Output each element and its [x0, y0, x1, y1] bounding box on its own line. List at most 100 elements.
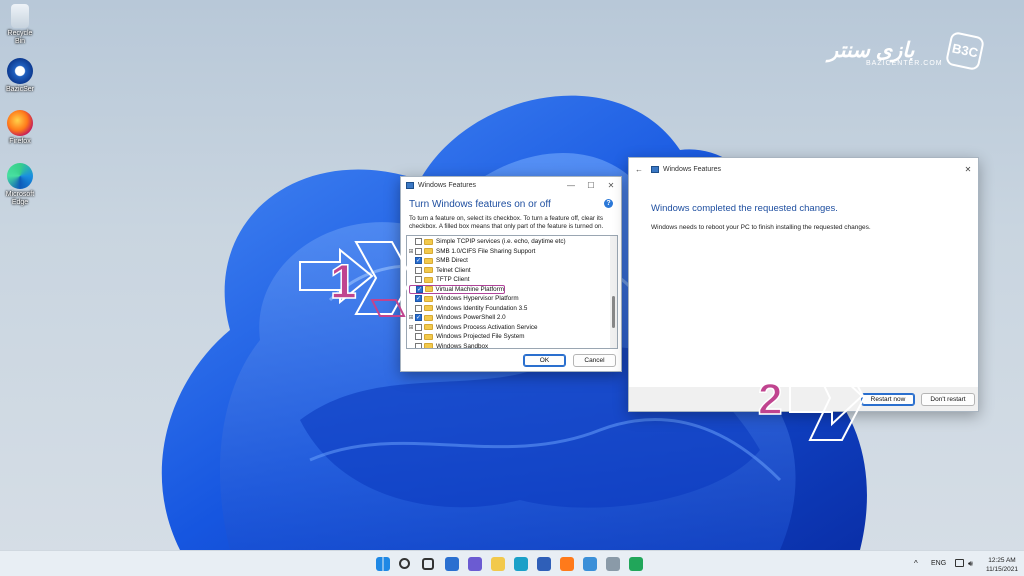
- search-icon[interactable]: [399, 558, 410, 569]
- completion-heading: Windows completed the requested changes.: [651, 203, 838, 214]
- feature-checkbox[interactable]: ✓: [415, 314, 422, 322]
- feature-row[interactable]: TFTP Client: [407, 275, 617, 285]
- control-panel-icon[interactable]: [583, 557, 597, 571]
- feature-row[interactable]: ⊞ Windows Process Activation Service: [407, 323, 617, 333]
- feature-row[interactable]: Simple TCPIP services (i.e. echo, daytim…: [407, 237, 617, 247]
- store-icon[interactable]: [537, 557, 551, 571]
- feature-row[interactable]: Telnet Client: [407, 266, 617, 276]
- firefox-icon[interactable]: [560, 557, 574, 571]
- feature-row[interactable]: Windows Projected File System: [407, 332, 617, 342]
- minimize-button[interactable]: —: [561, 181, 581, 190]
- desktop-icon-firefox[interactable]: Firefox: [2, 110, 38, 146]
- feature-checkbox[interactable]: [415, 247, 422, 255]
- logo-text-en: BAZICENTER.COM: [866, 60, 943, 67]
- chat-icon[interactable]: [468, 557, 482, 571]
- window-app-icon: [651, 165, 659, 173]
- folder-icon: [424, 333, 433, 340]
- feature-label: Simple TCPIP services (i.e. echo, daytim…: [436, 238, 566, 246]
- feature-checkbox[interactable]: [415, 323, 422, 331]
- feature-checkbox[interactable]: [415, 304, 422, 312]
- dont-restart-button[interactable]: Don't restart: [921, 393, 975, 406]
- greenapp-icon[interactable]: [629, 557, 643, 571]
- feature-row[interactable]: ✓ Windows Hypervisor Platform: [407, 294, 617, 304]
- expand-icon[interactable]: ⊞: [407, 248, 415, 255]
- feature-label: SMB Direct: [436, 257, 468, 265]
- file-explorer-icon[interactable]: [491, 557, 505, 571]
- feature-checkbox[interactable]: [415, 276, 422, 284]
- system-clock[interactable]: 12:25 AM 11/15/2021: [986, 556, 1018, 574]
- feature-label: Virtual Machine Platform: [435, 285, 504, 293]
- desktop-icon-edge[interactable]: Microsoft Edge: [2, 163, 38, 207]
- title-bar: Windows Features — ☐ ✕: [401, 177, 621, 193]
- logo-badge: B3C: [944, 30, 986, 72]
- feature-checkbox[interactable]: [415, 342, 422, 348]
- feature-row[interactable]: ✓ SMB Direct: [407, 256, 617, 266]
- features-icon[interactable]: [606, 557, 620, 571]
- bazicenter-logo: بازی سنتر BAZICENTER.COM B3C: [828, 30, 986, 74]
- desktop-icon-label: Recycle Bin: [7, 30, 33, 45]
- desktop-icon-bazicser[interactable]: BazicSer: [2, 58, 38, 94]
- widgets-icon[interactable]: [445, 557, 459, 571]
- volume-icon[interactable]: 🔊︎: [968, 559, 973, 569]
- edge-icon[interactable]: [514, 557, 528, 571]
- feature-row[interactable]: ⊞ SMB 1.0/CIFS File Sharing Support: [407, 247, 617, 257]
- dialog-description: To turn a feature on, select its checkbo…: [409, 215, 604, 230]
- desktop-icon-label: Firefox: [9, 138, 31, 145]
- maximize-button[interactable]: ☐: [581, 181, 601, 190]
- folder-icon: [424, 267, 433, 274]
- expand-icon[interactable]: ⊞: [407, 314, 415, 321]
- recycle-bin-icon: [11, 4, 29, 28]
- ok-button[interactable]: OK: [523, 354, 566, 367]
- feature-checkbox[interactable]: ✓: [415, 295, 422, 303]
- folder-icon: [424, 248, 433, 255]
- feature-checkbox[interactable]: ✓: [415, 257, 422, 265]
- expand-icon[interactable]: ⊞: [407, 324, 415, 331]
- dialog-heading: Turn Windows features on or off: [409, 199, 551, 210]
- close-button[interactable]: ✕: [601, 181, 621, 190]
- network-icon[interactable]: [955, 559, 964, 567]
- clock-time: 12:25 AM: [988, 557, 1016, 564]
- folder-icon: [424, 257, 433, 264]
- tray-overflow-chevron[interactable]: ^: [914, 559, 918, 568]
- scrollbar-thumb[interactable]: [612, 296, 615, 328]
- feature-label: SMB 1.0/CIFS File Sharing Support: [436, 247, 536, 255]
- feature-checkbox[interactable]: [415, 266, 422, 274]
- desktop-icon-recycle-bin[interactable]: Recycle Bin: [2, 4, 38, 46]
- folder-icon: [424, 305, 433, 312]
- features-complete-dialog: ← Windows Features ✕ Windows completed t…: [628, 157, 979, 412]
- completion-message: Windows needs to reboot your PC to finis…: [651, 224, 871, 231]
- feature-label: Windows Identity Foundation 3.5: [436, 304, 528, 312]
- desktop-icon-label: BazicSer: [5, 86, 34, 93]
- features-tree: Simple TCPIP services (i.e. echo, daytim…: [406, 235, 618, 349]
- feature-label: Windows Sandbox: [436, 342, 489, 349]
- feature-checkbox[interactable]: [415, 238, 422, 246]
- firefox-icon: [7, 110, 33, 136]
- language-indicator[interactable]: ENG: [931, 560, 946, 567]
- folder-icon: [424, 314, 433, 321]
- edge-icon: [7, 163, 33, 189]
- feature-row[interactable]: Windows Sandbox: [407, 342, 617, 349]
- windows-features-dialog: Windows Features — ☐ ✕ Turn Windows feat…: [400, 176, 622, 372]
- feature-row[interactable]: Windows Identity Foundation 3.5: [407, 304, 617, 314]
- feature-label: TFTP Client: [436, 276, 470, 284]
- feature-checkbox[interactable]: [415, 333, 422, 341]
- feature-label: Windows Process Activation Service: [436, 323, 538, 331]
- feature-row[interactable]: ⊞ ✓ Windows PowerShell 2.0: [407, 313, 617, 323]
- windows-start-icon[interactable]: [376, 557, 390, 571]
- folder-icon: [424, 324, 433, 331]
- task-view-icon[interactable]: [422, 558, 434, 570]
- window-title: Windows Features: [663, 165, 721, 173]
- feature-checkbox[interactable]: ✓: [416, 285, 424, 293]
- back-arrow-icon[interactable]: ←: [635, 165, 643, 174]
- feature-label: Windows PowerShell 2.0: [436, 314, 506, 322]
- window-app-icon: [406, 181, 414, 189]
- feature-label: Telnet Client: [436, 266, 471, 274]
- feature-row[interactable]: ✓ Virtual Machine Platform: [409, 284, 505, 294]
- tree-scrollbar[interactable]: [610, 236, 617, 348]
- restart-now-button[interactable]: Restart now: [861, 393, 915, 406]
- eagle-app-icon: [7, 58, 33, 84]
- cancel-button[interactable]: Cancel: [573, 354, 616, 367]
- close-button[interactable]: ✕: [958, 165, 978, 174]
- folder-icon: [424, 343, 433, 348]
- help-icon[interactable]: ?: [604, 199, 613, 208]
